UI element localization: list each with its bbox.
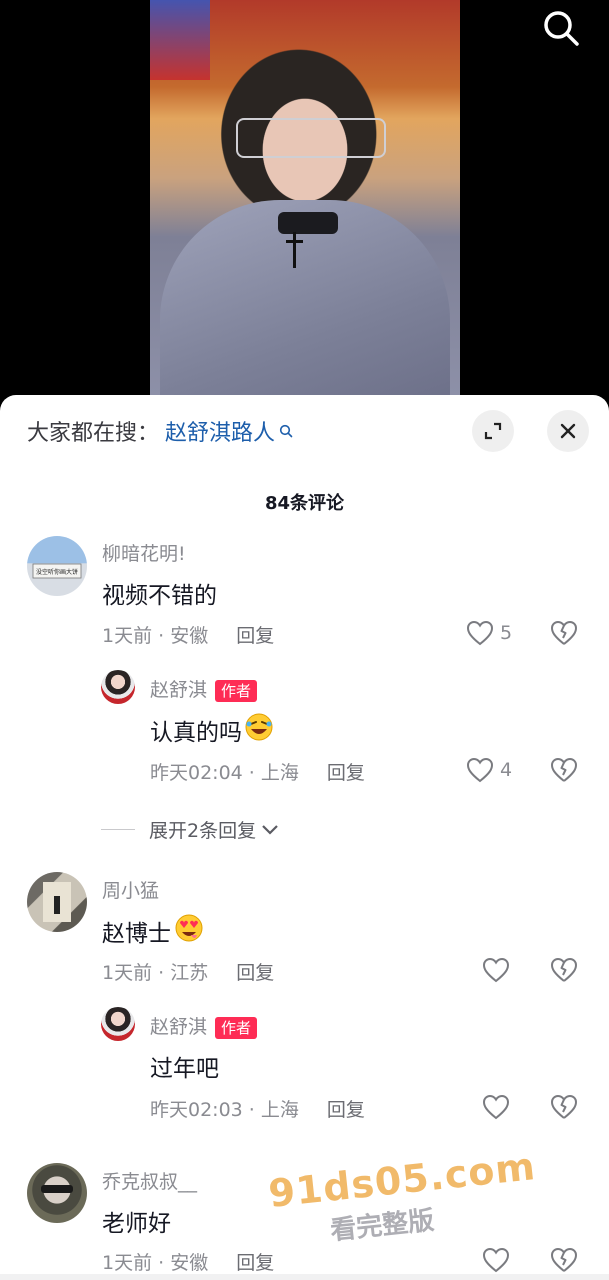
- avatar[interactable]: 没空听你画大饼: [27, 536, 87, 596]
- author-badge: 作者: [215, 679, 258, 702]
- comment-meta: 1天前 · 安徽 回复: [102, 621, 274, 648]
- broken-heart-icon: [551, 1248, 577, 1272]
- close-button[interactable]: [547, 410, 589, 452]
- reply-button[interactable]: 回复: [236, 1248, 274, 1275]
- comment-meta: 1天前 · 安徽 回复: [102, 1248, 274, 1275]
- broken-heart-icon: [551, 1095, 577, 1119]
- close-icon: [560, 423, 576, 439]
- reply-button[interactable]: 回复: [327, 1095, 365, 1122]
- expand-replies-label: 展开2条回复: [149, 820, 257, 842]
- comment-username[interactable]: 周小猛: [102, 876, 159, 903]
- reply-username[interactable]: 赵舒淇 作者: [150, 675, 258, 702]
- bottom-bar: [0, 1274, 609, 1280]
- avatar[interactable]: [27, 872, 87, 932]
- heart-icon: [466, 757, 494, 783]
- divider: [101, 829, 135, 830]
- video-subject-cross: [286, 232, 303, 268]
- dislike-button[interactable]: [550, 1247, 578, 1277]
- author-badge: 作者: [215, 1016, 258, 1039]
- comment-time-location: 1天前 · 江苏: [102, 962, 209, 984]
- expand-icon: [484, 422, 502, 440]
- expand-replies-button[interactable]: 展开2条回复: [101, 816, 280, 843]
- avatar[interactable]: [101, 1007, 135, 1041]
- broken-heart-icon: [551, 958, 577, 982]
- search-button[interactable]: [541, 8, 581, 48]
- like-button[interactable]: 4: [466, 757, 512, 783]
- comment-text-content: 赵博士: [102, 921, 171, 947]
- reply-text: 过年吧: [150, 1056, 219, 1082]
- like-count: 5: [500, 622, 513, 644]
- heart-icon: [482, 1094, 510, 1120]
- reply-username-text[interactable]: 赵舒淇: [150, 1016, 207, 1038]
- dislike-button[interactable]: [550, 620, 578, 650]
- reply-text: 认真的吗: [150, 712, 274, 748]
- reply-button[interactable]: 回复: [236, 621, 274, 648]
- reply-username[interactable]: 赵舒淇 作者: [150, 1012, 258, 1039]
- comment-text: 老师好: [102, 1211, 171, 1237]
- reply-meta: 昨天02:03 · 上海 回复: [150, 1095, 365, 1122]
- suggestion-term[interactable]: 赵舒淇路人: [165, 415, 275, 447]
- avatar[interactable]: [101, 670, 135, 704]
- video-frame[interactable]: [150, 0, 460, 395]
- like-button[interactable]: [482, 1247, 510, 1273]
- broken-heart-icon: [551, 621, 577, 645]
- video-subject-glasses: [236, 118, 386, 158]
- dislike-button[interactable]: [550, 1094, 578, 1124]
- broken-heart-icon: [551, 758, 577, 782]
- like-count: 4: [500, 759, 513, 781]
- video-area[interactable]: [0, 0, 609, 410]
- video-background-sign: [150, 0, 210, 80]
- like-button[interactable]: 5: [466, 620, 512, 646]
- avatar-sign-text: 没空听你画大饼: [36, 568, 78, 576]
- reply-button[interactable]: 回复: [327, 758, 365, 785]
- dislike-button[interactable]: [550, 757, 578, 787]
- chevron-down-icon: [262, 824, 278, 835]
- video-subject-choker: [278, 212, 338, 234]
- dislike-button[interactable]: [550, 957, 578, 987]
- suggestion-prefix: 大家都在搜：: [27, 421, 160, 446]
- reply-text-content: 认真的吗: [150, 720, 242, 746]
- heart-icon: [466, 620, 494, 646]
- reply-time-location: 昨天02:03 · 上海: [150, 1099, 299, 1121]
- comment-meta: 1天前 · 江苏 回复: [102, 958, 274, 985]
- heart-icon: [482, 957, 510, 983]
- small-search-icon: [279, 424, 293, 438]
- comment-text: 视频不错的: [102, 583, 217, 609]
- heart-icon: [482, 1247, 510, 1273]
- like-button[interactable]: [482, 957, 510, 983]
- reply-meta: 昨天02:04 · 上海 回复: [150, 758, 365, 785]
- reply-time-location: 昨天02:04 · 上海: [150, 762, 299, 784]
- reply-username-text[interactable]: 赵舒淇: [150, 679, 207, 701]
- rofl-emoji-icon: [244, 712, 274, 748]
- comment-username[interactable]: 乔克叔叔__: [102, 1167, 197, 1194]
- comment-text: 赵博士: [102, 913, 205, 949]
- search-suggestion[interactable]: 大家都在搜： 赵舒淇路人: [27, 415, 293, 447]
- comment-time-location: 1天前 · 安徽: [102, 625, 209, 647]
- heart-eyes-emoji-icon: [173, 913, 205, 949]
- reply-button[interactable]: 回复: [236, 958, 274, 985]
- comment-time-location: 1天前 · 安徽: [102, 1252, 209, 1274]
- search-icon: [544, 11, 579, 46]
- comment-count: 84条评论: [264, 493, 345, 514]
- comment-username[interactable]: 柳暗花明!: [102, 539, 186, 566]
- avatar[interactable]: [27, 1163, 87, 1223]
- like-button[interactable]: [482, 1094, 510, 1120]
- expand-button[interactable]: [472, 410, 514, 452]
